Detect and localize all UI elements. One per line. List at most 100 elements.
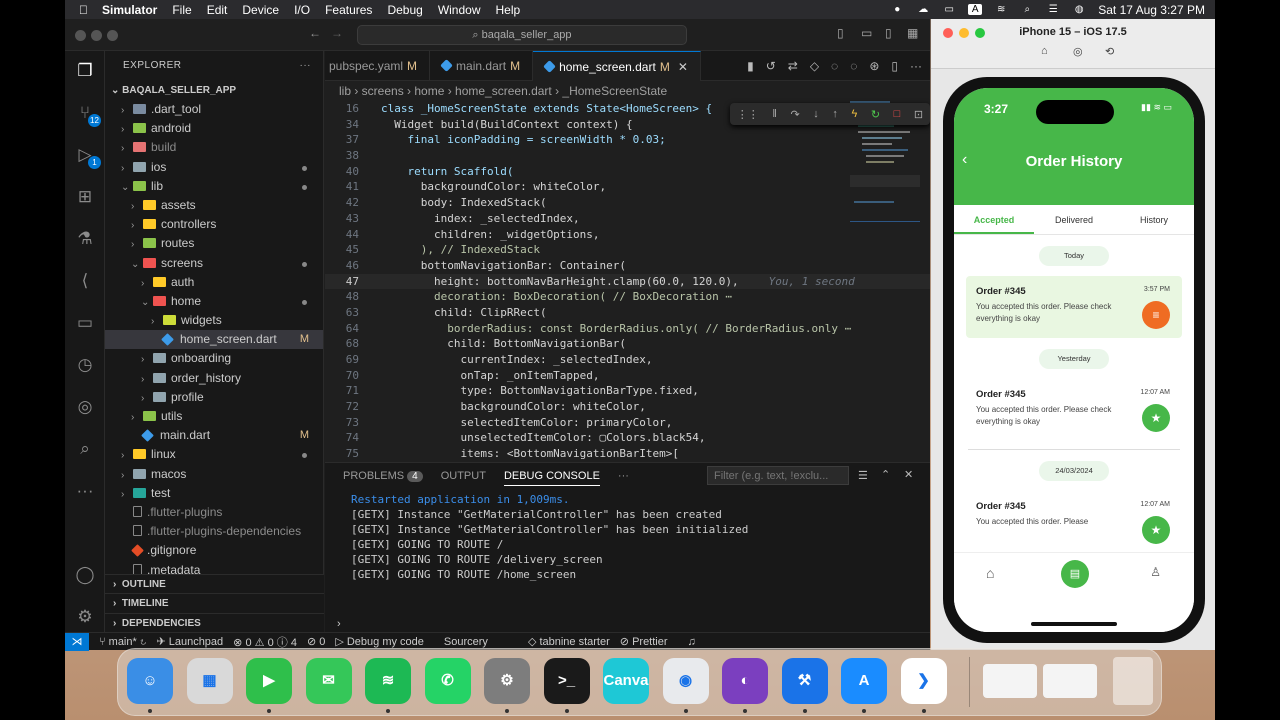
tab-debug-console[interactable]: DEBUG CONSOLE — [503, 470, 600, 486]
tree-item[interactable]: › linux — [105, 445, 323, 464]
code-line[interactable]: 71 type: BottomNavigationBarType.fixed, — [325, 383, 930, 399]
explorer-more-icon[interactable]: ··· — [300, 51, 312, 81]
code-line[interactable]: 64 borderRadius: const BorderRadius.only… — [325, 321, 930, 337]
tab-accepted[interactable]: Accepted — [954, 205, 1034, 234]
dock-facetime-icon[interactable]: ▶ — [246, 658, 292, 704]
control-center-icon[interactable]: ☰ — [1046, 4, 1060, 15]
code-line[interactable]: 42 body: IndexedStack( — [325, 195, 930, 211]
tree-item[interactable]: › routes — [105, 234, 323, 253]
more-actions-icon[interactable]: ··· — [910, 51, 922, 80]
tree-item[interactable]: › profile — [105, 388, 323, 407]
code-line[interactable]: 74 unselectedItemColor: ▢Colors.black54, — [325, 430, 930, 446]
forward-arrow-icon[interactable]: → — [331, 26, 343, 40]
tree-item[interactable]: › widgets — [105, 311, 323, 330]
nav-profile-icon[interactable]: ♙ — [1150, 565, 1161, 579]
hot-reload-icon[interactable]: ϟ — [851, 108, 857, 120]
menu-edit[interactable]: Edit — [207, 3, 228, 17]
search-panel-icon[interactable]: ⌕ — [73, 437, 97, 461]
code-line[interactable]: 63 child: ClipRRect( — [325, 305, 930, 321]
panel-more-icon[interactable]: ··· — [618, 470, 629, 482]
clear-console-icon[interactable]: ☰ — [858, 469, 868, 482]
debug-status[interactable]: ▷ Debug my code — [335, 635, 424, 648]
tree-item[interactable]: › order_history — [105, 369, 323, 388]
code-line[interactable]: 40 return Scaffold( — [325, 164, 930, 180]
prev-change-icon[interactable]: ◌ — [831, 51, 838, 80]
dock-canva-icon[interactable]: Canva — [603, 658, 649, 704]
code-line[interactable]: 75 items: <BottomNavigationBarItem>[ — [325, 446, 930, 462]
step-out-icon[interactable]: ↑ — [832, 108, 838, 120]
sim-screenshot-icon[interactable]: ◎ — [1073, 45, 1083, 58]
battery-icon[interactable]: ▭ — [942, 4, 956, 15]
branch-status[interactable]: ⑂ main* ↻ — [99, 636, 146, 648]
tree-item[interactable]: › android — [105, 119, 323, 138]
code-line[interactable]: 41 backgroundColor: whiteColor, — [325, 179, 930, 195]
dock-github-desktop-icon[interactable]: ◐ — [722, 658, 768, 704]
tree-item[interactable]: ⌄ home — [105, 292, 323, 311]
menu-debug[interactable]: Debug — [387, 3, 422, 17]
dock-trash-icon[interactable] — [1113, 657, 1153, 705]
notifications-icon[interactable]: ♫ — [688, 636, 696, 648]
tab-home-screen-dart[interactable]: home_screen.dart M ✕ — [533, 51, 701, 81]
prettier-status[interactable]: ⊘ Prettier — [620, 635, 668, 648]
tab-main-dart[interactable]: main.dart M — [430, 51, 534, 81]
tab-history[interactable]: History — [1114, 205, 1194, 234]
settings-gear-icon[interactable]: ⚙ — [73, 605, 97, 629]
extensions-icon[interactable]: ⊞ — [73, 185, 97, 209]
app-menu[interactable]: Simulator — [102, 3, 157, 17]
inspect-widget-icon[interactable]: ⊡ — [914, 108, 923, 121]
order-card[interactable]: Order #345 You accepted this order. Pleas… — [966, 276, 1182, 338]
dock-chrome-icon[interactable]: ◉ — [662, 658, 709, 704]
tree-item[interactable]: › .dart_tool — [105, 100, 323, 119]
dock-finder-icon[interactable]: ☺ — [127, 658, 173, 704]
code-line[interactable]: 37 final iconPadding = screenWidth * 0.0… — [325, 132, 930, 148]
code-line[interactable]: 69 currentIndex: _selectedIndex, — [325, 352, 930, 368]
code-line[interactable]: 46 bottomNavigationBar: Container( — [325, 258, 930, 274]
workspace-root[interactable]: ⌄ BAQALA_SELLER_APP — [105, 81, 323, 100]
order-card[interactable]: Order #345 You accepted this order. Pleas… — [966, 491, 1182, 553]
code-line[interactable]: 45 ), // IndexedStack — [325, 242, 930, 258]
menu-help[interactable]: Help — [496, 3, 521, 17]
toggle-sidebar-icon[interactable]: ▯ — [837, 26, 844, 40]
cloud-icon[interactable]: ☁ — [916, 4, 930, 15]
compare-icon[interactable]: ⇄ — [788, 51, 798, 80]
code-line[interactable]: 73 selectedItemColor: primaryColor, — [325, 415, 930, 431]
folder-icon[interactable]: ▭ — [73, 311, 97, 335]
menu-window[interactable]: Window — [438, 3, 481, 17]
tab-delivered[interactable]: Delivered — [1034, 205, 1114, 234]
git-graph-icon[interactable]: ◷ — [73, 353, 97, 377]
tab-pubspec[interactable]: pubspec.yaml M — [325, 51, 431, 81]
dock-xcode-icon[interactable]: ⚒ — [781, 658, 828, 704]
account-icon[interactable]: ◯ — [73, 563, 97, 587]
next-change-icon[interactable]: ◌ — [850, 51, 857, 80]
spotlight-icon[interactable]: ⌕ — [1020, 4, 1034, 15]
dock-spotify-icon[interactable]: ≋ — [365, 658, 411, 704]
star-icon[interactable]: ★ — [1142, 516, 1170, 544]
dock-vscode-icon[interactable]: ❯ — [900, 658, 947, 704]
code-line[interactable]: 70 onTap: _onItemTapped, — [325, 368, 930, 384]
run-debug-icon[interactable]: ▷ 1 — [73, 143, 101, 169]
dock-system-settings-icon[interactable]: ⚙ — [484, 658, 530, 704]
code-line[interactable]: 47 height: bottomNavBarHeight.clamp(60.0… — [325, 273, 930, 290]
tree-item[interactable]: › test — [105, 484, 323, 503]
wifi-icon[interactable]: ≋ — [994, 4, 1008, 15]
explorer-icon[interactable]: ❐ — [73, 59, 97, 83]
launchpad-status[interactable]: ✈ Launchpad — [156, 635, 223, 648]
diff-icon[interactable]: ◇ — [810, 51, 819, 80]
breadcrumb[interactable]: lib › screens › home › home_screen.dart … — [325, 81, 930, 101]
dock-simulator-icon[interactable]: A — [841, 658, 887, 704]
star-icon[interactable]: ★ — [1142, 404, 1170, 432]
more-icon[interactable]: ··· — [73, 479, 97, 503]
zoom-window-button[interactable] — [107, 30, 118, 41]
tree-item[interactable]: .flutter-plugins-dependencies — [105, 522, 323, 541]
sim-rotate-icon[interactable]: ⟲ — [1105, 45, 1114, 58]
tree-item[interactable]: home_screen.dart M — [105, 330, 323, 350]
dock-messages-icon[interactable]: ✉ — [305, 658, 352, 704]
tab-output[interactable]: OUTPUT — [441, 470, 486, 482]
console-filter-input[interactable] — [707, 466, 849, 485]
testing-icon[interactable]: ⚗ — [73, 227, 97, 251]
drag-handle-icon[interactable]: ⋮⋮ — [737, 108, 759, 121]
source-control-icon[interactable]: ⑂ 12 — [73, 101, 101, 127]
list-icon[interactable]: ≡ — [1142, 301, 1170, 329]
pause-icon[interactable]: ‖ — [772, 108, 777, 120]
menu-device[interactable]: Device — [242, 3, 279, 17]
